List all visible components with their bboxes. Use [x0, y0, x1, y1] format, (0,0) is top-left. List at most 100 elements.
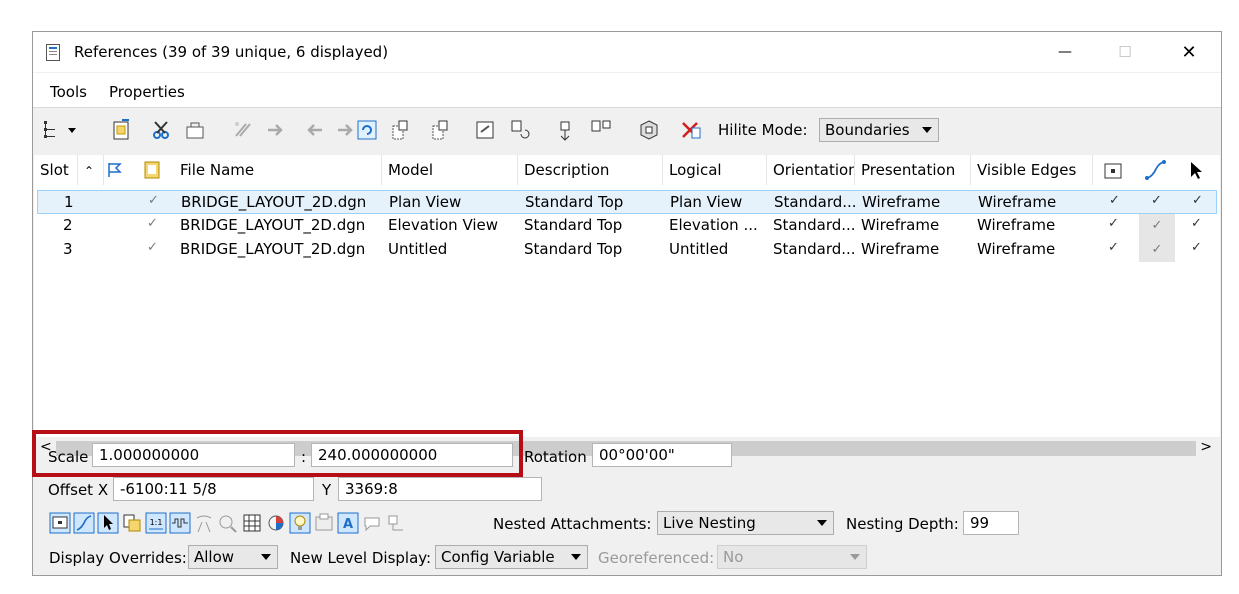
true-scale-icon[interactable]	[121, 512, 143, 534]
new-level-display-value: Config Variable	[441, 548, 555, 566]
close-button[interactable]: ✕	[1169, 38, 1209, 66]
hilite-mode-dropdown[interactable]: Boundaries	[819, 118, 939, 142]
slot-cell: 2	[63, 216, 73, 234]
clip-mask-icon[interactable]	[553, 118, 577, 142]
reload-reference-icon[interactable]	[183, 118, 207, 142]
header-orientation[interactable]: Orientation	[767, 155, 855, 185]
minimize-icon: —	[1058, 44, 1072, 60]
nesting-depth-input[interactable]: 99	[963, 511, 1019, 535]
file-icon[interactable]	[144, 161, 160, 179]
delete-clip-icon[interactable]	[679, 118, 703, 142]
presentation-cell: Wireframe	[861, 216, 940, 234]
snap-icon[interactable]	[1144, 159, 1166, 181]
logical-cell: Elevation ...	[669, 216, 758, 234]
locate-cursor-icon[interactable]	[1189, 161, 1205, 181]
copy-reference-icon[interactable]	[301, 118, 325, 142]
menu-tools[interactable]: Tools	[50, 83, 87, 101]
offset-y-input[interactable]: 3369:8	[338, 477, 542, 501]
clip-boundary-icon[interactable]	[509, 118, 533, 142]
header-model[interactable]: Model	[382, 155, 518, 185]
clip-3d-icon[interactable]	[637, 118, 661, 142]
detach-reference-icon[interactable]	[149, 118, 173, 142]
table-row[interactable]: 2 ✓ BRIDGE_LAYOUT_2D.dgn Elevation View …	[37, 214, 1217, 238]
display-overrides-dropdown[interactable]: Allow	[188, 545, 278, 569]
snap-toggle[interactable]: ✓	[1139, 214, 1175, 238]
display-check[interactable]: ✓	[148, 193, 159, 208]
clip-front-icon[interactable]	[589, 118, 613, 142]
header-presentation[interactable]: Presentation	[855, 155, 971, 185]
title-bar: References (39 of 39 unique, 6 displayed…	[33, 32, 1221, 72]
model-cell: Elevation View	[388, 216, 499, 234]
sort-icon[interactable]: ⌃	[78, 155, 104, 185]
snap-toggle[interactable]: ✓	[1151, 193, 1162, 208]
text-annotation-icon[interactable]: A	[337, 512, 359, 534]
snap-toggle-icon[interactable]	[73, 512, 95, 534]
display-icon[interactable]	[1104, 163, 1122, 179]
header-logical[interactable]: Logical	[663, 155, 767, 185]
file-cell: BRIDGE_LAYOUT_2D.dgn	[181, 193, 367, 211]
scale-one-to-one-icon[interactable]: 1:1	[145, 512, 167, 534]
maximize-icon: ☐	[1118, 43, 1132, 61]
maximize-button[interactable]: ☐	[1105, 38, 1145, 66]
nesting-icon[interactable]	[385, 512, 407, 534]
mirror-horizontal-icon[interactable]	[429, 118, 453, 142]
orientation-cell: Standard...	[773, 240, 856, 258]
locate-toggle-icon[interactable]	[97, 512, 119, 534]
lightbulb-icon[interactable]	[289, 512, 311, 534]
model-cell: Untitled	[388, 240, 448, 258]
table-row[interactable]: 1 ✓ BRIDGE_LAYOUT_2D.dgn Plan View Stand…	[37, 190, 1217, 214]
menu-bar: Tools Properties	[33, 73, 1221, 108]
snap-toggle[interactable]: ✓	[1139, 238, 1175, 262]
line-style-scale-icon[interactable]	[169, 512, 191, 534]
georeferenced-dropdown: No	[717, 545, 867, 569]
scroll-right-arrow[interactable]: >	[1200, 439, 1212, 455]
locate-toggle[interactable]: ✓	[1191, 216, 1202, 231]
rotate-active-icon[interactable]	[355, 118, 379, 142]
flag-icon[interactable]	[106, 161, 124, 179]
treat-as-element-icon[interactable]	[217, 512, 239, 534]
table-row[interactable]: 3 ✓ BRIDGE_LAYOUT_2D.dgn Untitled Standa…	[37, 238, 1217, 262]
header-file-name[interactable]: File Name	[174, 155, 382, 185]
hilite-mode-value: Boundaries	[825, 121, 910, 139]
plot-icon[interactable]	[313, 512, 335, 534]
locate-toggle[interactable]: ✓	[1192, 193, 1203, 208]
attach-reference-icon[interactable]	[109, 118, 133, 142]
scale-reference-icon[interactable]	[389, 118, 413, 142]
locate-toggle[interactable]: ✓	[1191, 240, 1202, 255]
display-toggle-icon[interactable]	[49, 512, 71, 534]
offset-x-label: Offset X	[48, 481, 109, 499]
comment-icon[interactable]	[361, 512, 383, 534]
edges-cell: Wireframe	[977, 216, 1056, 234]
minimize-button[interactable]: —	[1045, 38, 1085, 66]
rotation-input[interactable]: 00°00'00"	[592, 443, 732, 467]
model-cell: Plan View	[389, 193, 462, 211]
header-slot[interactable]: Slot	[34, 155, 78, 185]
menu-properties[interactable]: Properties	[109, 83, 185, 101]
new-level-display-dropdown[interactable]: Config Variable	[435, 545, 588, 569]
move-reference-icon[interactable]	[265, 118, 289, 142]
offset-y-label: Y	[322, 481, 332, 499]
edges-cell: Wireframe	[977, 240, 1056, 258]
orientation-cell: Standard...	[774, 193, 857, 211]
header-visible-edges[interactable]: Visible Edges	[971, 155, 1093, 185]
display-check[interactable]: ✓	[147, 216, 158, 231]
exchange-reference-icon[interactable]	[231, 118, 255, 142]
display-toggle[interactable]: ✓	[1108, 216, 1119, 231]
display-toggle[interactable]: ✓	[1109, 193, 1120, 208]
raster-icon[interactable]	[241, 512, 263, 534]
display-check[interactable]: ✓	[147, 240, 158, 255]
chevron-down-icon	[922, 127, 932, 133]
offset-x-input[interactable]: -6100:11 5/8	[113, 477, 314, 501]
nested-attachments-label: Nested Attachments:	[493, 515, 652, 533]
rotation-label: Rotation	[524, 448, 587, 466]
color-adjust-icon[interactable]	[265, 512, 287, 534]
tree-view-icon[interactable]	[41, 118, 65, 142]
slot-cell: 3	[63, 240, 73, 258]
nested-attachments-dropdown[interactable]: Live Nesting	[657, 511, 834, 535]
display-toggle[interactable]: ✓	[1108, 240, 1119, 255]
header-description[interactable]: Description	[518, 155, 663, 185]
level-override-icon[interactable]	[193, 512, 215, 534]
mirror-vertical-icon[interactable]	[473, 118, 497, 142]
chevron-down-icon[interactable]	[65, 118, 79, 142]
chevron-down-icon	[850, 554, 860, 560]
